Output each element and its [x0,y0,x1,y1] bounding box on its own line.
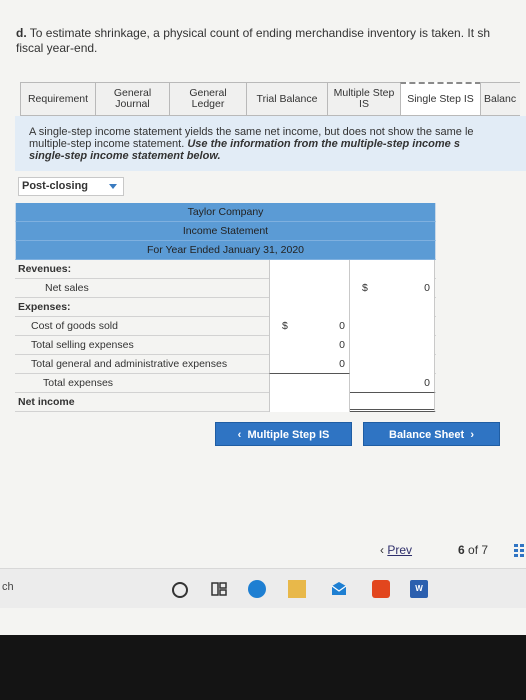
currency-symbol: $ [282,320,288,332]
net-income-input[interactable] [350,393,435,412]
chevron-down-icon [109,184,117,189]
cell [350,336,435,355]
cell [350,260,435,279]
net-income-label: Net income [18,396,75,408]
table-row: Total general and administrative expense… [15,355,436,374]
file-explorer-icon[interactable] [288,580,306,598]
selling-expenses-label: Total selling expenses [31,339,134,351]
chevron-right-icon: › [464,429,474,441]
prev-link-label: Prev [387,543,413,557]
income-statement: Taylor Company Income Statement For Year… [15,203,436,412]
net-sales-input[interactable]: $ 0 [350,279,435,298]
page-total: 7 [481,543,489,557]
cogs-value: 0 [339,320,345,332]
cell [350,317,435,336]
prev-page-link[interactable]: ‹ Prev [380,543,412,557]
table-row: Total selling expenses 0 [15,336,436,355]
cell [269,298,350,317]
edge-browser-icon[interactable] [248,580,266,598]
browser-screen: d. To estimate shrinkage, a physical cou… [0,0,526,635]
chevron-left-icon: ‹ [237,429,248,441]
cell [350,355,435,374]
dropdown-value: Post-closing [22,180,89,192]
next-tab-label: Balance Sheet [389,429,465,441]
tab-label: Requirement [27,92,89,105]
tab-label: Balanc [484,92,517,105]
post-closing-dropdown[interactable]: Post-closing [18,177,124,196]
next-tab-button[interactable]: Balance Sheet › [363,422,500,446]
tab-label: General Ledger [189,87,227,110]
prev-tab-button[interactable]: ‹ Multiple Step IS [215,422,352,446]
monitor-bezel [0,635,526,700]
revenues-label: Revenues: [18,263,72,275]
ga-expenses-value: 0 [339,358,345,370]
currency-symbol: $ [362,282,368,294]
net-sales-value: 0 [424,282,430,294]
page-counter: 6 of 7 [458,543,488,557]
total-expenses-value: 0 [424,377,430,389]
tab-label: Single Step IS [407,93,474,105]
mail-icon[interactable] [330,580,348,598]
statement-title: Income Statement [15,222,436,241]
tab-general-ledger[interactable]: General Ledger [169,82,247,116]
table-row: Expenses: [15,298,436,317]
question-part: d. [16,26,27,40]
question-line1: To estimate shrinkage, a physical count … [26,26,491,40]
grid-icon[interactable] [514,544,526,558]
cell [269,260,350,279]
table-row: Revenues: [15,260,436,279]
tab-trial-balance[interactable]: Trial Balance [246,82,328,116]
instructions-emphasis: Use the information from the multiple-st… [187,138,460,150]
task-view-icon[interactable] [210,580,228,598]
selling-expenses-value: 0 [339,339,345,351]
cell [269,374,350,393]
instructions-line3: single-step income statement below. [29,150,221,162]
tab-label: General Journal [113,87,152,110]
instructions-panel: A single-step income statement yields th… [15,116,526,171]
instructions-line2: multiple-step income statement. [29,138,188,150]
page-current: 6 [458,543,465,557]
total-expenses-label: Total expenses [43,377,114,389]
selling-expenses-input[interactable]: 0 [269,336,350,355]
cell [350,298,435,317]
tab-label: Multiple Step IS [333,87,395,110]
instructions-line1: A single-step income statement yields th… [29,126,474,138]
table-row: Cost of goods sold $ 0 [15,317,436,336]
tab-bar: Requirement General Journal General Ledg… [20,82,520,116]
statement-company: Taylor Company [15,203,436,222]
office-icon[interactable] [372,580,390,598]
cell [269,279,350,298]
expenses-label: Expenses: [18,301,71,313]
cogs-input[interactable]: $ 0 [269,317,350,336]
page-of: of [468,543,479,557]
table-row: Net sales $ 0 [15,279,436,298]
tab-requirement[interactable]: Requirement [20,82,96,116]
taskbar-search-label[interactable]: ch [2,581,14,593]
cortana-icon[interactable] [172,582,188,598]
word-icon[interactable]: W [410,580,428,598]
cell [269,393,350,412]
ga-expenses-label: Total general and administrative expense… [31,358,228,370]
tab-general-journal[interactable]: General Journal [95,82,170,116]
total-expenses-input[interactable]: 0 [350,374,435,393]
cogs-label: Cost of goods sold [31,320,118,332]
table-row: Total expenses 0 [15,374,436,393]
ga-expenses-input[interactable]: 0 [269,355,350,374]
tab-label: Trial Balance [256,92,318,105]
tab-balance-sheet[interactable]: Balanc [480,82,520,116]
tab-multiple-step-is[interactable]: Multiple Step IS [327,82,401,116]
question-line2: fiscal year-end. [16,41,98,55]
tab-single-step-is[interactable]: Single Step IS [400,82,481,116]
statement-period: For Year Ended January 31, 2020 [15,241,436,260]
net-sales-label: Net sales [45,282,89,294]
question-text: d. To estimate shrinkage, a physical cou… [16,26,526,56]
table-row: Net income [15,393,436,412]
prev-tab-label: Multiple Step IS [247,429,330,441]
